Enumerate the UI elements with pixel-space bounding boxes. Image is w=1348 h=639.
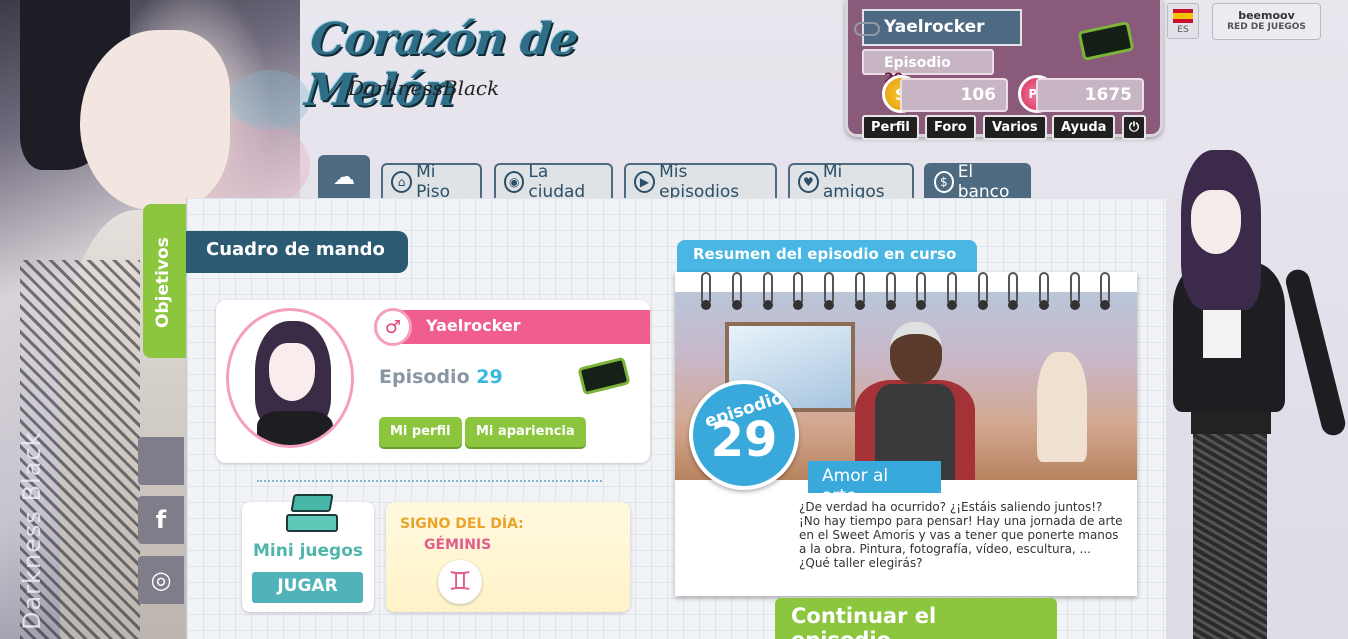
character-face (80, 30, 230, 210)
episode-summary-tab: Resumen del episodio en curso (677, 240, 977, 272)
scene-character (845, 322, 985, 482)
facebook-icon[interactable]: f (138, 496, 184, 544)
episode-badge: episodio 29 (689, 380, 799, 490)
profile-episode: Episodio 29 (379, 366, 503, 388)
page-title: Cuadro de mando (186, 231, 408, 273)
objectives-label: Objetivos (153, 237, 173, 328)
dollar-icon: $ (934, 171, 954, 193)
nav-home-icon[interactable]: ☁ (318, 155, 370, 199)
paperclip-icon (854, 22, 880, 36)
objectives-tab[interactable]: Objetivos (143, 204, 186, 358)
my-profile-button[interactable]: Mi perfil (379, 417, 462, 447)
tab-el-banco[interactable]: $ El banco (924, 162, 1031, 202)
power-icon[interactable]: ⏻ (1122, 115, 1146, 140)
scene-mannequin (1037, 352, 1087, 462)
tab-mis-episodios[interactable]: ▶ Mis episodios (624, 162, 777, 202)
minigames-title: Mini juegos (252, 541, 364, 561)
paint-splash (230, 70, 310, 130)
episode-label: Episodio (884, 55, 951, 71)
partner-network-link[interactable]: beemoov RED DE JUEGOS (1212, 3, 1321, 40)
zodiac-label: SIGNO DEL DÍA: (400, 516, 524, 532)
tab-la-ciudad[interactable]: ◉ La ciudad (494, 162, 613, 202)
avatar-face (1191, 190, 1241, 254)
zodiac-card: SIGNO DEL DÍA: GÉMINIS ♊ (386, 502, 630, 612)
phone-icon[interactable] (1077, 20, 1135, 62)
divider (257, 480, 602, 482)
episode-label: Episodio (379, 366, 470, 388)
episode-tag: Episodio 29 (862, 49, 994, 87)
episode-number: 29 (476, 366, 503, 388)
avatar[interactable] (226, 308, 354, 448)
spain-flag-icon (1173, 9, 1193, 23)
tab-mi-amigos[interactable]: ♥ Mi amigos (788, 162, 914, 202)
episode-summary-frame: episodio 29 ¿De verdad ha ocurrido? ¿¡Es… (675, 272, 1137, 596)
heart-icon: ♥ (798, 171, 819, 193)
profile-name: Yaelrocker (386, 310, 650, 344)
player-name: Yaelrocker (884, 17, 985, 37)
episode-title: Amor al arte (808, 461, 941, 506)
language-selector[interactable]: ES (1167, 3, 1199, 39)
menu-perfil-button[interactable]: Perfil (862, 115, 919, 140)
house-icon: ⌂ (391, 171, 413, 193)
phone-icon[interactable] (577, 356, 631, 396)
gemini-icon[interactable]: ♊ (438, 560, 482, 604)
tab-mi-piso[interactable]: ⌂ Mi Piso (381, 162, 482, 202)
continue-episode-button[interactable]: Continuar el episodio (775, 598, 1057, 639)
handheld-console-icon (286, 494, 338, 534)
my-appearance-button[interactable]: Mi apariencia (465, 417, 586, 447)
notebook-rings (675, 272, 1137, 310)
tab-label: La ciudad (528, 162, 586, 202)
instagram-icon[interactable]: ◎ (138, 556, 184, 604)
tab-label: Mi Piso (416, 162, 450, 202)
partner-tagline: RED DE JUEGOS (1227, 22, 1306, 32)
tab-label: Mi amigos (822, 162, 885, 202)
tab-label: El banco (957, 162, 1010, 202)
avatar-face (269, 343, 315, 401)
player-status-panel: Yaelrocker Episodio 29 $ 106 PA 1675 Per… (845, 0, 1163, 140)
logo-subtitle: DarknessBlack (348, 76, 500, 100)
site-logo[interactable]: Corazón de Melón DarknessBlack (303, 14, 678, 116)
male-gender-icon: ♂ (374, 308, 412, 346)
avatar-arm (1283, 267, 1348, 438)
zodiac-sign: GÉMINIS (424, 537, 492, 553)
map-pin-icon: ◉ (504, 171, 525, 193)
language-code: ES (1177, 25, 1189, 35)
player-avatar-full[interactable] (1163, 150, 1348, 639)
partner-name: beemoov (1238, 9, 1295, 22)
menu-foro-button[interactable]: Foro (925, 115, 976, 140)
play-button[interactable]: JUGAR (252, 572, 363, 603)
social-blank-button[interactable] (138, 437, 184, 485)
menu-varios-button[interactable]: Varios (983, 115, 1047, 140)
avatar-legs (1193, 432, 1267, 639)
action-points-count: 1675 (1036, 78, 1144, 112)
play-icon: ▶ (634, 171, 656, 193)
player-name-tag: Yaelrocker (854, 9, 1022, 46)
menu-ayuda-button[interactable]: Ayuda (1052, 115, 1116, 140)
watermark-text: Darkness Black (18, 431, 46, 631)
logo-title: Corazón de Melón (302, 14, 580, 116)
coin-count: 106 (900, 78, 1008, 112)
avatar-body (257, 411, 333, 445)
minigames-card: Mini juegos JUGAR (242, 494, 374, 612)
profile-card: Yaelrocker ♂ Episodio 29 Mi perfil Mi ap… (216, 300, 650, 463)
tab-label: Mis episodios (659, 162, 740, 202)
